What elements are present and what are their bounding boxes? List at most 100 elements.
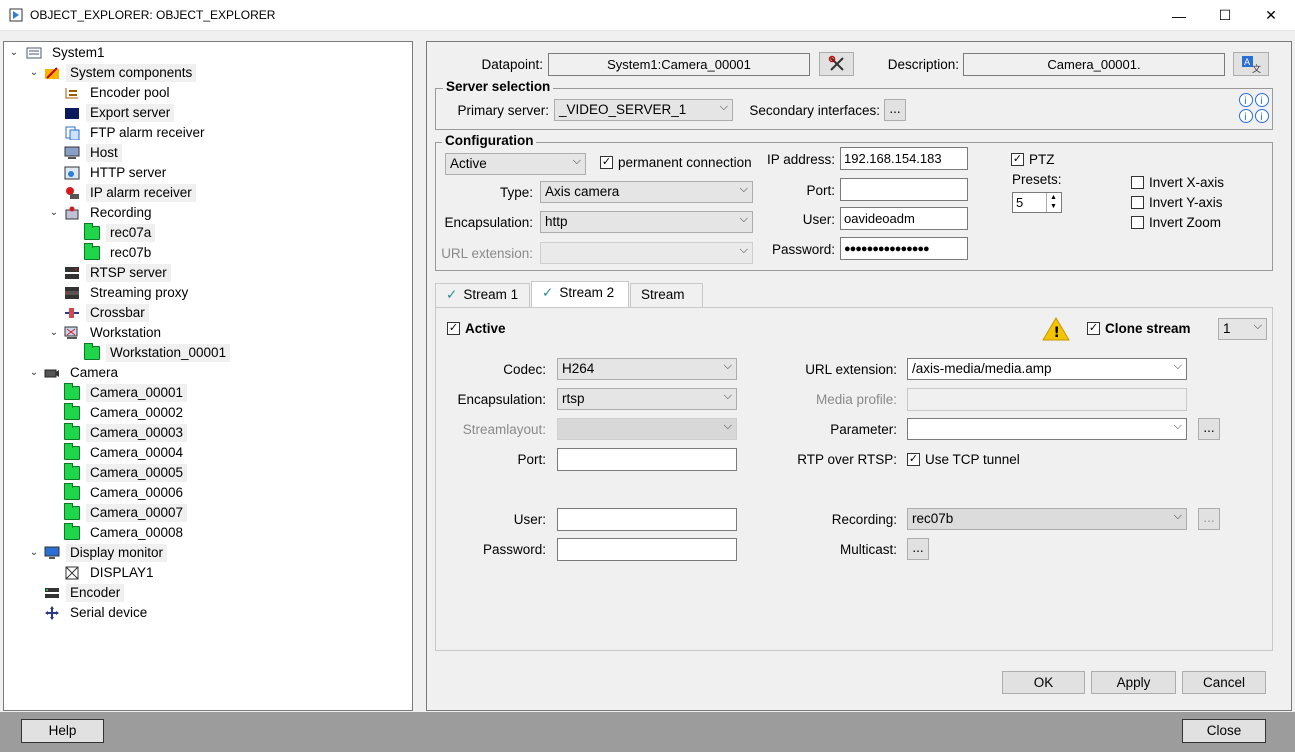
expand-chevron-icon[interactable]: ⌄ [28,547,40,559]
expand-chevron-icon[interactable]: ⌄ [48,207,60,219]
clone-stream-checkbox[interactable]: ✓ [1087,322,1100,335]
info-icon[interactable]: i i i i [1238,92,1270,124]
multicast-button[interactable]: ... [907,538,929,560]
maximize-button[interactable]: ☐ [1202,0,1248,31]
help-button[interactable]: Help [21,719,104,743]
password-field[interactable]: ●●●●●●●●●●●●●●● [840,237,968,260]
tab-stream-2[interactable]: ✓ Stream 2 [531,281,629,307]
stream-encapsulation-select[interactable]: rtsp ⌵ [557,388,737,410]
tree-item-ftp-alarm-receiver[interactable]: FTP alarm receiver [64,123,209,143]
tree-item-camera-00006[interactable]: Camera_00006 [64,483,187,503]
ok-button[interactable]: OK [1002,671,1085,694]
camera-icon [44,366,60,380]
tree-item-encoder[interactable]: Encoder [44,583,234,603]
type-select[interactable]: Axis camera ⌵ [540,181,753,203]
url-extension-select[interactable]: ⌵ [540,242,753,264]
tree-item-camera-00008[interactable]: Camera_00008 [64,523,187,543]
tree-item-crossbar[interactable]: Crossbar [64,303,234,323]
tree-item-http-server[interactable]: HTTP server [64,163,170,183]
codec-label: Codec: [503,362,546,377]
expand-chevron-icon[interactable]: ⌄ [8,47,20,59]
invert-x-checkbox[interactable] [1131,176,1144,189]
presets-spin-buttons[interactable]: ▲ ▼ [1046,193,1060,212]
encapsulation-select[interactable]: http ⌵ [540,211,753,233]
expand-chevron-icon[interactable]: ⌄ [48,327,60,339]
tree-item-host[interactable]: Host [64,143,234,163]
recording-select[interactable]: rec07b ⌵ [907,508,1187,530]
tree-item-camera-00004[interactable]: Camera_00004 [64,443,187,463]
streamlayout-select[interactable]: ⌵ [557,418,737,440]
check-icon: ✓ [542,285,554,300]
media-profile-field[interactable] [907,388,1187,411]
stream-port-field[interactable] [557,448,737,471]
tab-stream-1[interactable]: ✓ Stream 1 [435,283,530,307]
system-icon [26,46,42,60]
tree-item-export-server[interactable]: Export server [64,103,234,123]
ptz-checkbox[interactable]: ✓ [1011,153,1024,166]
secondary-interfaces-label: Secondary interfaces: [749,103,880,118]
stream-url-extension-label: URL extension: [805,362,897,377]
invert-zoom-checkbox[interactable] [1131,216,1144,229]
clone-stream-select[interactable]: 1 ⌵ [1218,318,1267,340]
port-field[interactable] [840,178,968,201]
invert-y-checkbox[interactable] [1131,196,1144,209]
tree-item-camera-00005[interactable]: Camera_00005 [64,463,234,483]
stream-user-field[interactable] [557,508,737,531]
title-bar: OBJECT_EXPLORER: OBJECT_EXPLORER — ☐ ✕ [0,0,1295,31]
display-icon [64,566,80,580]
codec-select[interactable]: H264 ⌵ [557,358,737,380]
state-select[interactable]: Active ⌵ [445,153,586,175]
tree-item-rec07b[interactable]: rec07b [84,243,155,263]
streamlayout-label: Streamlayout: [462,422,546,437]
recording-icon [64,206,80,220]
wrench-screwdriver-icon [828,55,844,71]
tree-item-camera-00002[interactable]: Camera_00002 [64,403,187,423]
primary-server-select[interactable]: _VIDEO_SERVER_1 ⌵ [554,99,733,121]
tree-item-workstation[interactable]: Workstation [64,323,165,343]
tree-item-recording[interactable]: Recording [64,203,156,223]
tree-item-system-components[interactable]: System components [44,63,234,83]
secondary-interfaces-button[interactable]: ... [884,99,906,121]
tree-item-serial-device[interactable]: Serial device [44,603,151,623]
svg-text:i: i [1260,112,1263,123]
stream-password-field[interactable] [557,538,737,561]
minimize-button[interactable]: — [1156,0,1202,31]
close-button[interactable]: Close [1182,719,1266,743]
tab-stream-3[interactable]: Stream 3 [630,283,703,324]
apply-button[interactable]: Apply [1091,671,1176,694]
tree-item-display-monitor[interactable]: Display monitor [44,543,234,563]
parameter-more-button[interactable]: ... [1198,418,1220,440]
tree-item-display1[interactable]: DISPLAY1 [64,563,158,583]
alarm-icon [64,186,80,200]
parameter-select[interactable]: ⌵ [907,418,1187,440]
tree-item-camera[interactable]: Camera [44,363,122,383]
expand-chevron-icon[interactable]: ⌄ [28,367,40,379]
tree-item-camera-00001[interactable]: Camera_00001 [64,383,234,403]
translate-button[interactable]: A文 [1233,52,1269,76]
expand-chevron-icon[interactable]: ⌄ [28,67,40,79]
clone-stream-label: Clone stream [1105,321,1191,336]
cancel-button[interactable]: Cancel [1182,671,1266,694]
tree-item-camera-00003[interactable]: Camera_00003 [64,423,234,443]
tree-item-system1[interactable]: System1 [26,43,109,63]
stream-active-checkbox[interactable]: ✓ [447,322,460,335]
datapoint-tool-button[interactable] [819,52,854,76]
use-tcp-tunnel-checkbox[interactable]: ✓ [907,453,920,466]
tree-item-rtsp-server[interactable]: RTSP server [64,263,234,283]
close-window-button[interactable]: ✕ [1248,0,1294,31]
user-field[interactable]: oavideoadm [840,207,968,230]
tree-item-ip-alarm-receiver[interactable]: IP alarm receiver [64,183,234,203]
tree-item-workstation-00001[interactable]: Workstation_00001 [84,343,234,363]
window-title: OBJECT_EXPLORER: OBJECT_EXPLORER [30,8,276,22]
recording-more-button[interactable]: ... [1198,508,1220,530]
tree-item-camera-00007[interactable]: Camera_00007 [64,503,234,523]
permanent-connection-checkbox[interactable]: ✓ [600,156,613,169]
tree-item-rec07a[interactable]: rec07a [84,223,234,243]
stream-url-extension-select[interactable]: /axis-media/media.amp ⌵ [907,358,1187,380]
folder-icon [64,483,80,500]
ip-address-field[interactable]: 192.168.154.183 [840,147,968,170]
object-tree[interactable]: ⌄ System1 ⌄ System components Encoder po… [3,41,413,711]
tree-item-encoder-pool[interactable]: Encoder pool [64,83,174,103]
permanent-connection-label: permanent connection [618,155,752,170]
tree-item-streaming-proxy[interactable]: Streaming proxy [64,283,192,303]
